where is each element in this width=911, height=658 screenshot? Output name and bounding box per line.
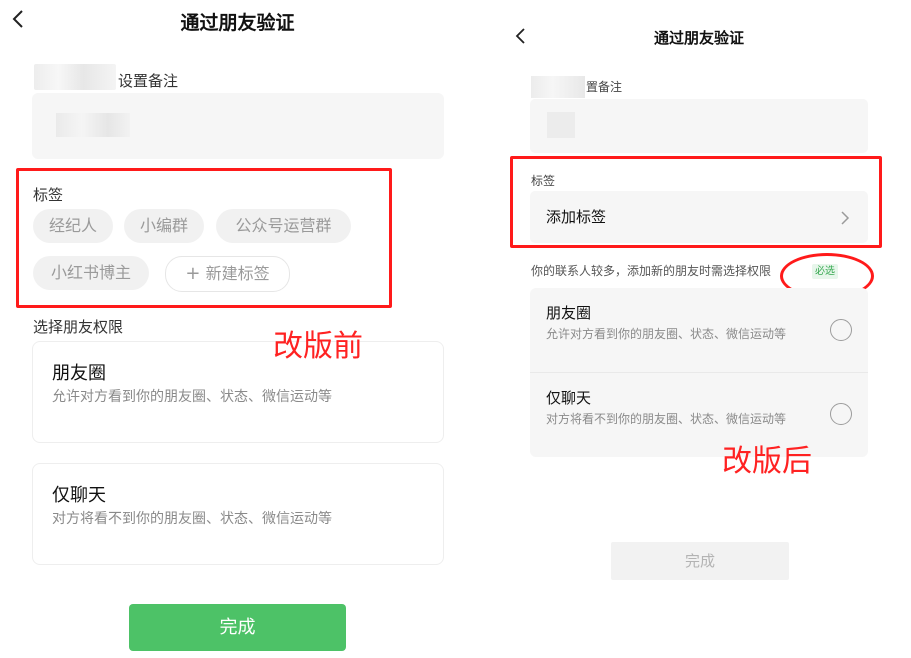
option-description: 对方将看不到你的朋友圈、状态、微信运动等 (52, 511, 332, 527)
permission-label: 选择朋友权限 (33, 318, 124, 336)
annotation-after: 改版后 (722, 444, 812, 479)
highlight-box (16, 168, 392, 308)
option-moments[interactable]: 朋友圈 允许对方看到你的朋友圈、状态、微信运动等 (530, 288, 868, 372)
option-description: 允许对方看到你的朋友圈、状态、微信运动等 (52, 389, 332, 405)
radio-button[interactable] (830, 403, 852, 425)
page-title: 通过朋友验证 (180, 12, 295, 34)
option-moments[interactable]: 朋友圈 允许对方看到你的朋友圈、状态、微信运动等 (32, 341, 444, 443)
blurred-name (531, 76, 585, 98)
option-title: 仅聊天 (52, 485, 106, 506)
done-button[interactable]: 完成 (129, 604, 346, 651)
remark-label: 置备注 (586, 80, 623, 94)
done-button[interactable]: 完成 (611, 542, 789, 580)
option-description: 允许对方看到你的朋友圈、状态、微信运动等 (546, 327, 787, 341)
page-title: 通过朋友验证 (653, 29, 744, 47)
remark-label: 设置备注 (118, 72, 179, 90)
back-arrow-icon[interactable] (513, 26, 529, 46)
option-title: 朋友圈 (52, 363, 106, 384)
annotation-before: 改版前 (273, 329, 363, 364)
radio-button[interactable] (830, 319, 852, 341)
remark-input[interactable] (530, 99, 868, 153)
option-chat-only[interactable]: 仅聊天 对方将看不到你的朋友圈、状态、微信运动等 (530, 373, 868, 457)
option-description: 对方将看不到你的朋友圈、状态、微信运动等 (546, 412, 787, 426)
option-title: 仅聊天 (546, 389, 592, 407)
option-chat-only[interactable]: 仅聊天 对方将看不到你的朋友圈、状态、微信运动等 (32, 463, 444, 565)
blurred-remark-value (56, 113, 130, 137)
blurred-name (34, 64, 116, 90)
option-title: 朋友圈 (546, 304, 592, 322)
permission-notice: 你的联系人较多，添加新的朋友时需选择权限 (531, 264, 772, 278)
blurred-remark-value (547, 112, 575, 138)
highlight-box (510, 156, 882, 248)
